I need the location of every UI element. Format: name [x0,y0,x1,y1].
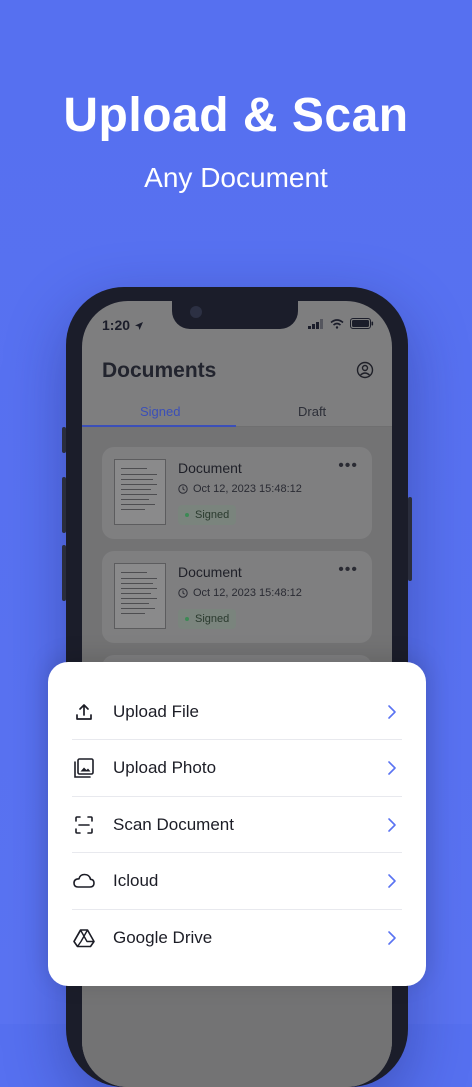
hero-subtitle: Any Document [144,162,328,193]
clock-icon [178,484,188,494]
menu-item-scan-document[interactable]: Scan Document [72,797,402,853]
battery-icon [350,318,374,329]
upload-icon [72,700,96,724]
menu-item-label: Scan Document [113,815,234,834]
document-card[interactable]: Document Oct 12, 2023 15:48:12 Signed ••… [102,551,372,643]
cloud-icon [72,869,96,893]
profile-icon[interactable] [356,361,374,384]
document-date: Oct 12, 2023 15:48:12 [193,587,302,599]
menu-item-label: Google Drive [113,928,213,947]
upload-options-sheet: Upload File Upload Photo Scan Document I… [48,662,426,986]
menu-item-label: Upload Photo [113,758,217,777]
more-options-icon[interactable]: ••• [338,561,358,579]
signal-icon [308,318,323,329]
document-card[interactable]: Document Oct 12, 2023 15:48:12 Signed ••… [102,447,372,539]
clock-icon [178,588,188,598]
document-name: Document [178,564,242,580]
menu-item-label: Icloud [113,871,159,890]
tab-bar: Signed Draft [82,401,392,427]
hero-title: Upload & Scan [63,89,409,142]
status-badge: Signed [178,505,237,525]
menu-item-label: Upload File [113,702,199,721]
menu-item-upload-photo[interactable]: Upload Photo [72,740,402,796]
document-date: Oct 12, 2023 15:48:12 [193,483,302,495]
chevron-right-icon [382,871,402,891]
scan-icon [72,813,96,837]
menu-item-google-drive[interactable]: Google Drive [72,910,402,966]
notch [172,301,298,329]
tab-draft[interactable]: Draft [298,404,326,419]
photo-library-icon [72,756,96,780]
chevron-right-icon [382,928,402,948]
wifi-icon [330,318,344,329]
document-name: Document [178,460,242,476]
document-thumbnail [114,563,166,629]
status-time: 1:20 [102,317,131,333]
status-badge: Signed [178,609,237,629]
chevron-right-icon [382,758,402,778]
tab-signed[interactable]: Signed [140,404,180,419]
google-drive-icon [72,926,96,950]
status-icons [308,318,374,329]
menu-item-upload-file[interactable]: Upload File [72,684,402,740]
chevron-right-icon [382,815,402,835]
location-arrow-icon [134,318,144,334]
menu-item-icloud[interactable]: Icloud [72,853,402,909]
app-title: Documents [102,359,217,382]
document-thumbnail [114,459,166,525]
more-options-icon[interactable]: ••• [338,457,358,475]
chevron-right-icon [382,702,402,722]
